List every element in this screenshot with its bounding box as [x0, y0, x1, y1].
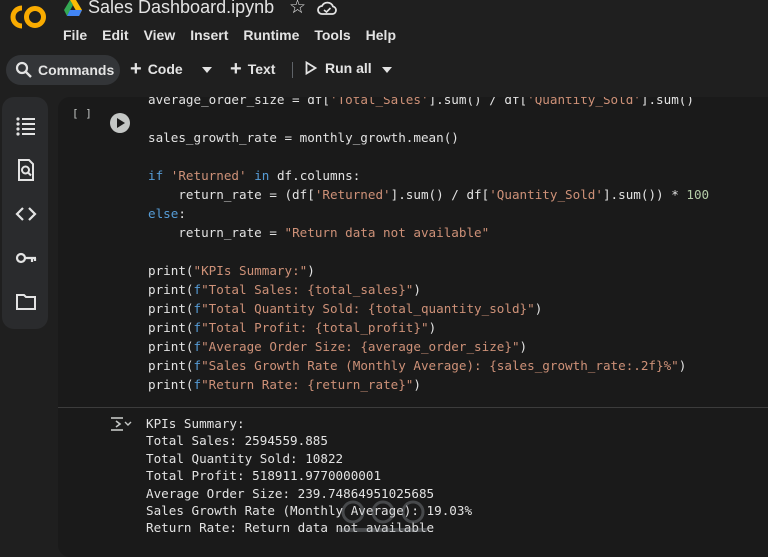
menu-bar: File Edit View Insert Runtime Tools Help — [63, 27, 411, 43]
secrets-key-icon[interactable] — [15, 247, 37, 269]
add-code-button[interactable]: + Code — [130, 58, 183, 80]
menu-insert[interactable]: Insert — [190, 27, 228, 43]
output-actions-icon[interactable] — [110, 416, 132, 432]
code-line: print(f"Total Profit: {total_profit}") — [148, 320, 437, 335]
plus-icon: + — [230, 58, 242, 80]
code-dropdown-chevron-icon[interactable] — [202, 67, 212, 73]
menu-help[interactable]: Help — [366, 27, 396, 43]
plus-icon: + — [130, 58, 142, 80]
app-header: Sales Dashboard.ipynb ☆ File Edit View I… — [0, 0, 768, 52]
left-sidebar — [2, 97, 48, 329]
output-line: KPIs Summary: — [146, 416, 245, 431]
add-text-button[interactable]: + Text — [230, 58, 276, 80]
run-all-label: Run all — [325, 60, 372, 76]
code-snippets-icon[interactable] — [15, 203, 37, 225]
menu-runtime[interactable]: Runtime — [243, 27, 299, 43]
code-line: print(f"Return Rate: {return_rate}") — [148, 377, 421, 392]
menu-edit[interactable]: Edit — [102, 27, 128, 43]
table-of-contents-icon[interactable] — [15, 115, 37, 137]
run-all-button[interactable]: Run all — [305, 60, 372, 76]
code-line: if 'Returned' in df.columns: — [148, 168, 361, 183]
output-divider — [58, 407, 768, 408]
code-line: sales_growth_rate = monthly_growth.mean(… — [148, 130, 459, 145]
find-replace-icon[interactable] — [15, 159, 37, 181]
output-line: Total Quantity Sold: 10822 — [146, 450, 344, 466]
add-text-label: Text — [247, 61, 276, 77]
files-folder-icon[interactable] — [15, 291, 37, 313]
notebook-title[interactable]: Sales Dashboard.ipynb — [88, 0, 274, 18]
output-line: Total Profit: 518911.9770000001 — [146, 468, 382, 484]
code-line: print(f"Sales Growth Rate (Monthly Avera… — [148, 358, 687, 373]
code-line: return_rate = "Return data not available… — [148, 225, 490, 240]
search-icon — [15, 61, 32, 78]
menu-view[interactable]: View — [144, 27, 176, 43]
cloud-saved-icon[interactable] — [317, 0, 337, 17]
code-line: print(f"Total Sales: {total_sales}") — [148, 282, 421, 297]
menu-file[interactable]: File — [63, 27, 87, 43]
watermark-logo — [339, 500, 427, 532]
code-line: else: — [148, 206, 186, 221]
run-cell-button[interactable] — [110, 113, 130, 133]
execution-count: [ ] — [72, 107, 92, 120]
code-line: return_rate = (df['Returned'].sum() / df… — [148, 187, 710, 202]
toolbar-divider — [292, 62, 293, 78]
code-line: print("KPIs Summary:") — [148, 263, 315, 278]
star-icon[interactable]: ☆ — [289, 0, 306, 18]
play-outline-icon — [305, 61, 317, 75]
add-code-label: Code — [147, 61, 183, 77]
code-cell[interactable]: [ ] average_order_size = df['Total_Sales… — [58, 97, 768, 557]
colab-logo-icon[interactable] — [8, 4, 48, 30]
google-drive-icon[interactable] — [64, 0, 82, 16]
commands-label: Commands — [38, 62, 115, 78]
code-line: print(f"Average Order Size: {average_ord… — [148, 339, 528, 354]
code-line: print(f"Total Quantity Sold: {total_quan… — [148, 301, 543, 316]
output-line: Total Sales: 2594559.885 — [146, 433, 328, 449]
code-editor[interactable]: average_order_size = df['Total_Sales'].s… — [148, 97, 709, 394]
run-all-dropdown-chevron-icon[interactable] — [382, 67, 392, 73]
notebook-toolbar: Commands + Code + Text Run all — [0, 52, 768, 88]
code-line: average_order_size = df['Total_Sales'].s… — [148, 97, 694, 107]
menu-tools[interactable]: Tools — [314, 27, 350, 43]
commands-button[interactable]: Commands — [6, 55, 120, 85]
